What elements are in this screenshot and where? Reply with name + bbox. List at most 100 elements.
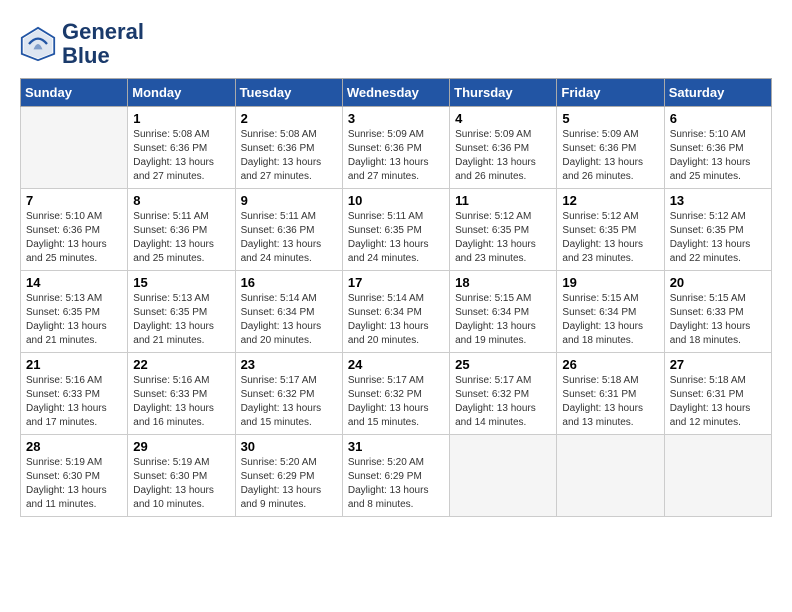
daylight-text: Daylight: 13 hours and 27 minutes.: [133, 156, 230, 184]
day-header-monday: Monday: [128, 79, 235, 107]
daylight-text: Daylight: 13 hours and 26 minutes.: [562, 156, 659, 184]
sunset-text: Sunset: 6:36 PM: [455, 142, 552, 156]
calendar-cell: [450, 435, 557, 517]
sunrise-text: Sunrise: 5:19 AM: [26, 456, 123, 470]
sunset-text: Sunset: 6:36 PM: [26, 224, 123, 238]
sunrise-text: Sunrise: 5:13 AM: [133, 292, 230, 306]
calendar-cell: 18 Sunrise: 5:15 AM Sunset: 6:34 PM Dayl…: [450, 271, 557, 353]
cell-info: Sunrise: 5:15 AM Sunset: 6:34 PM Dayligh…: [562, 292, 659, 348]
day-number: 16: [241, 275, 338, 290]
daylight-text: Daylight: 13 hours and 15 minutes.: [348, 402, 445, 430]
sunset-text: Sunset: 6:30 PM: [133, 470, 230, 484]
week-row-3: 21 Sunrise: 5:16 AM Sunset: 6:33 PM Dayl…: [21, 353, 772, 435]
day-number: 12: [562, 193, 659, 208]
cell-info: Sunrise: 5:12 AM Sunset: 6:35 PM Dayligh…: [455, 210, 552, 266]
sunrise-text: Sunrise: 5:17 AM: [241, 374, 338, 388]
daylight-text: Daylight: 13 hours and 26 minutes.: [455, 156, 552, 184]
day-number: 10: [348, 193, 445, 208]
sunrise-text: Sunrise: 5:08 AM: [241, 128, 338, 142]
cell-info: Sunrise: 5:08 AM Sunset: 6:36 PM Dayligh…: [133, 128, 230, 184]
calendar-cell: 20 Sunrise: 5:15 AM Sunset: 6:33 PM Dayl…: [664, 271, 771, 353]
day-number: 2: [241, 111, 338, 126]
day-number: 28: [26, 439, 123, 454]
calendar-cell: 3 Sunrise: 5:09 AM Sunset: 6:36 PM Dayli…: [342, 107, 449, 189]
day-number: 7: [26, 193, 123, 208]
daylight-text: Daylight: 13 hours and 10 minutes.: [133, 484, 230, 512]
calendar-cell: 22 Sunrise: 5:16 AM Sunset: 6:33 PM Dayl…: [128, 353, 235, 435]
calendar-cell: 4 Sunrise: 5:09 AM Sunset: 6:36 PM Dayli…: [450, 107, 557, 189]
sunrise-text: Sunrise: 5:09 AM: [348, 128, 445, 142]
calendar-cell: 6 Sunrise: 5:10 AM Sunset: 6:36 PM Dayli…: [664, 107, 771, 189]
cell-info: Sunrise: 5:13 AM Sunset: 6:35 PM Dayligh…: [26, 292, 123, 348]
sunset-text: Sunset: 6:33 PM: [133, 388, 230, 402]
daylight-text: Daylight: 13 hours and 20 minutes.: [348, 320, 445, 348]
calendar-cell: 15 Sunrise: 5:13 AM Sunset: 6:35 PM Dayl…: [128, 271, 235, 353]
daylight-text: Daylight: 13 hours and 12 minutes.: [670, 402, 767, 430]
sunset-text: Sunset: 6:36 PM: [562, 142, 659, 156]
sunset-text: Sunset: 6:32 PM: [348, 388, 445, 402]
day-number: 14: [26, 275, 123, 290]
cell-info: Sunrise: 5:19 AM Sunset: 6:30 PM Dayligh…: [26, 456, 123, 512]
cell-info: Sunrise: 5:19 AM Sunset: 6:30 PM Dayligh…: [133, 456, 230, 512]
cell-info: Sunrise: 5:11 AM Sunset: 6:36 PM Dayligh…: [241, 210, 338, 266]
sunrise-text: Sunrise: 5:18 AM: [562, 374, 659, 388]
daylight-text: Daylight: 13 hours and 14 minutes.: [455, 402, 552, 430]
sunrise-text: Sunrise: 5:15 AM: [670, 292, 767, 306]
day-number: 31: [348, 439, 445, 454]
sunset-text: Sunset: 6:29 PM: [348, 470, 445, 484]
day-header-sunday: Sunday: [21, 79, 128, 107]
cell-info: Sunrise: 5:10 AM Sunset: 6:36 PM Dayligh…: [26, 210, 123, 266]
sunset-text: Sunset: 6:30 PM: [26, 470, 123, 484]
calendar-cell: 2 Sunrise: 5:08 AM Sunset: 6:36 PM Dayli…: [235, 107, 342, 189]
daylight-text: Daylight: 13 hours and 13 minutes.: [562, 402, 659, 430]
daylight-text: Daylight: 13 hours and 23 minutes.: [455, 238, 552, 266]
sunset-text: Sunset: 6:34 PM: [455, 306, 552, 320]
cell-info: Sunrise: 5:11 AM Sunset: 6:36 PM Dayligh…: [133, 210, 230, 266]
sunset-text: Sunset: 6:34 PM: [562, 306, 659, 320]
cell-info: Sunrise: 5:18 AM Sunset: 6:31 PM Dayligh…: [670, 374, 767, 430]
calendar-cell: 16 Sunrise: 5:14 AM Sunset: 6:34 PM Dayl…: [235, 271, 342, 353]
day-number: 3: [348, 111, 445, 126]
daylight-text: Daylight: 13 hours and 25 minutes.: [670, 156, 767, 184]
day-number: 22: [133, 357, 230, 372]
day-number: 29: [133, 439, 230, 454]
day-number: 11: [455, 193, 552, 208]
sunrise-text: Sunrise: 5:09 AM: [455, 128, 552, 142]
day-number: 20: [670, 275, 767, 290]
sunset-text: Sunset: 6:35 PM: [670, 224, 767, 238]
daylight-text: Daylight: 13 hours and 25 minutes.: [133, 238, 230, 266]
day-number: 18: [455, 275, 552, 290]
calendar-cell: 29 Sunrise: 5:19 AM Sunset: 6:30 PM Dayl…: [128, 435, 235, 517]
day-header-tuesday: Tuesday: [235, 79, 342, 107]
sunset-text: Sunset: 6:34 PM: [348, 306, 445, 320]
day-number: 6: [670, 111, 767, 126]
week-row-1: 7 Sunrise: 5:10 AM Sunset: 6:36 PM Dayli…: [21, 189, 772, 271]
day-number: 26: [562, 357, 659, 372]
day-number: 9: [241, 193, 338, 208]
calendar-cell: 14 Sunrise: 5:13 AM Sunset: 6:35 PM Dayl…: [21, 271, 128, 353]
daylight-text: Daylight: 13 hours and 9 minutes.: [241, 484, 338, 512]
sunrise-text: Sunrise: 5:12 AM: [455, 210, 552, 224]
cell-info: Sunrise: 5:09 AM Sunset: 6:36 PM Dayligh…: [348, 128, 445, 184]
calendar-table: SundayMondayTuesdayWednesdayThursdayFrid…: [20, 78, 772, 517]
cell-info: Sunrise: 5:15 AM Sunset: 6:33 PM Dayligh…: [670, 292, 767, 348]
page-header: General Blue: [20, 20, 772, 68]
sunset-text: Sunset: 6:32 PM: [241, 388, 338, 402]
cell-info: Sunrise: 5:17 AM Sunset: 6:32 PM Dayligh…: [241, 374, 338, 430]
day-number: 27: [670, 357, 767, 372]
day-number: 5: [562, 111, 659, 126]
sunrise-text: Sunrise: 5:16 AM: [26, 374, 123, 388]
cell-info: Sunrise: 5:17 AM Sunset: 6:32 PM Dayligh…: [455, 374, 552, 430]
calendar-cell: 1 Sunrise: 5:08 AM Sunset: 6:36 PM Dayli…: [128, 107, 235, 189]
sunrise-text: Sunrise: 5:20 AM: [241, 456, 338, 470]
cell-info: Sunrise: 5:08 AM Sunset: 6:36 PM Dayligh…: [241, 128, 338, 184]
cell-info: Sunrise: 5:15 AM Sunset: 6:34 PM Dayligh…: [455, 292, 552, 348]
sunrise-text: Sunrise: 5:15 AM: [562, 292, 659, 306]
sunrise-text: Sunrise: 5:18 AM: [670, 374, 767, 388]
cell-info: Sunrise: 5:12 AM Sunset: 6:35 PM Dayligh…: [670, 210, 767, 266]
daylight-text: Daylight: 13 hours and 19 minutes.: [455, 320, 552, 348]
day-number: 25: [455, 357, 552, 372]
calendar-cell: 8 Sunrise: 5:11 AM Sunset: 6:36 PM Dayli…: [128, 189, 235, 271]
sunset-text: Sunset: 6:32 PM: [455, 388, 552, 402]
calendar-cell: 12 Sunrise: 5:12 AM Sunset: 6:35 PM Dayl…: [557, 189, 664, 271]
